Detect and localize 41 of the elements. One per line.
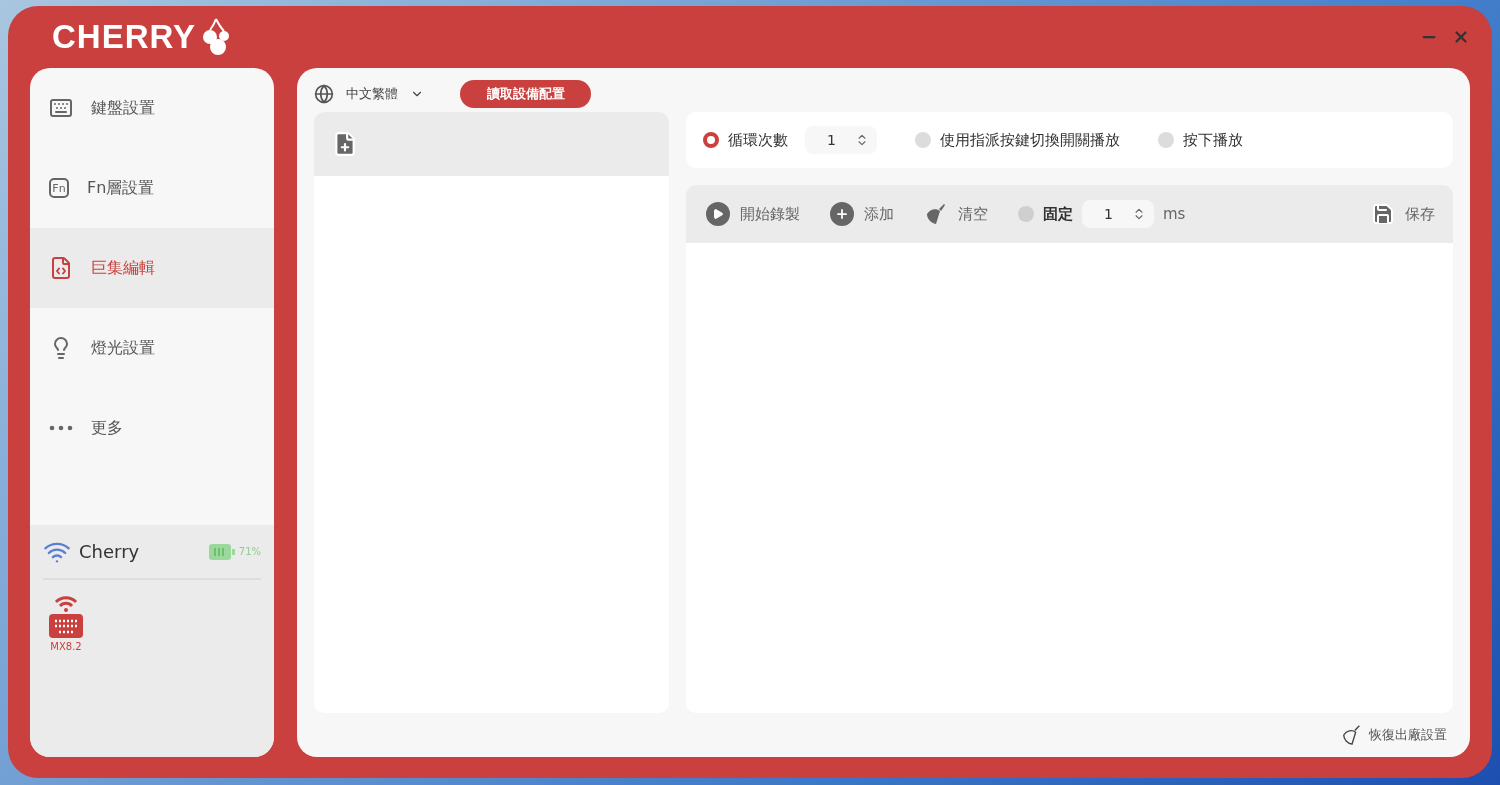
keyboard-icon: [49, 96, 73, 120]
option-label: 循環次數: [728, 130, 788, 150]
play-icon: [706, 202, 730, 226]
radio-button[interactable]: [915, 132, 931, 148]
toolbar-button[interactable]: 添加: [830, 202, 894, 226]
loop-count-field[interactable]: 1: [805, 126, 877, 154]
unit-label: ms: [1163, 205, 1186, 223]
sidebar-item[interactable]: Fn Fn層設置: [30, 148, 274, 228]
battery-icon: [208, 543, 235, 560]
option-label: 使用指派按鍵切換開關播放: [940, 130, 1120, 150]
plus-icon: [830, 202, 854, 226]
radio-button[interactable]: [1158, 132, 1174, 148]
battery-percent: 71%: [238, 546, 261, 557]
logo-text: CHERRY: [52, 18, 197, 56]
cherry-logo-icon: [200, 17, 231, 57]
delay-field[interactable]: 1: [1082, 200, 1154, 228]
sidebar-item[interactable]: 鍵盤設置: [30, 68, 274, 148]
sidebar-item[interactable]: 燈光設置: [30, 308, 274, 388]
more-icon: [49, 425, 73, 431]
close-icon[interactable]: [1452, 28, 1470, 46]
new-file-icon[interactable]: [332, 131, 358, 157]
option-label: 固定: [1043, 204, 1073, 224]
language-select[interactable]: 中文繁體: [314, 83, 424, 104]
device-item[interactable]: MX8.2: [43, 592, 89, 652]
save-icon: [1371, 202, 1395, 226]
radio-button[interactable]: [1018, 206, 1034, 222]
save-button[interactable]: 保存: [1371, 202, 1435, 226]
toolbar-button[interactable]: 開始錄製: [706, 202, 800, 226]
read-config-button[interactable]: 讀取設備配置: [460, 79, 591, 108]
factory-reset-button[interactable]: 恢復出廠設置: [1335, 723, 1453, 747]
broom-icon: [924, 202, 948, 226]
code-file-icon: [49, 256, 73, 280]
broom-icon: [1341, 724, 1363, 746]
option-label: 按下播放: [1183, 130, 1243, 150]
toolbar-button[interactable]: 清空: [924, 202, 988, 226]
globe-icon: [314, 83, 334, 104]
sidebar-item[interactable]: 更多: [30, 388, 274, 468]
connection-name: Cherry: [79, 541, 140, 562]
fn-icon: Fn: [49, 178, 69, 198]
radio-button[interactable]: [703, 132, 719, 148]
sidebar-item[interactable]: 巨集編輯: [30, 228, 274, 308]
